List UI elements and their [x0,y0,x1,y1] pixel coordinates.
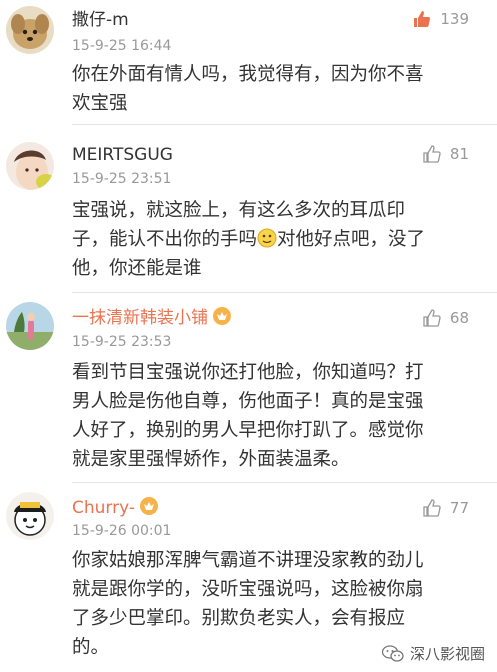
comment-text-line: 了多少巴掌印。别欺负老实人，会有报应 [72,608,406,629]
comment-text-segment: 子，能认不出你的手吗 [72,229,258,250]
comment-text-line: 人好了，换别的男人早把你打趴了。感觉你 [72,420,424,441]
like-count: 81 [449,145,469,163]
thumbs-up-icon [423,145,441,163]
comment-text-line: 看到节目宝强说你还打他脸，你知道吗？打 [72,362,424,383]
comment-timestamp: 15-9-26 00:01 [72,523,172,539]
thumbs-up-icon [414,11,431,27]
vip-badge-icon [213,307,231,325]
comment-text-line: 你在外面有情人吗，我觉得有，因为你不喜 [72,64,424,85]
comment-text-segment: 对他好点吧，没了 [277,229,426,250]
watermark: 深八影视圈 [381,643,485,664]
divider [72,124,497,125]
comment-text-line: 宝强说，就这脸上，有这么多次的耳瓜印 [72,200,406,221]
comment-item: 一抹清新韩装小铺 15-9-25 23:53 68 看到节目宝强说你还打他脸，你… [0,300,497,483]
wechat-icon [381,644,404,662]
like-button[interactable]: 139 [412,9,469,29]
avatar[interactable] [6,492,54,540]
emoji-face-icon [257,228,277,248]
comment-username-text: Churry- [72,498,135,518]
divider [72,292,497,293]
comment-text-line: 就是跟你学的，没听宝强说吗，这脸被你扇 [72,579,424,600]
like-button[interactable]: 68 [422,308,469,328]
comment-username[interactable]: 一抹清新韩装小铺 [72,306,232,328]
comment-username-text: 一抹清新韩装小铺 [72,308,208,328]
thumbs-up-icon [423,499,441,517]
comment-text-line: 就是家里强悍娇作，外面装温柔。 [72,449,350,470]
comment-text-line: 你家姑娘那浑脾气霸道不讲理没家教的劲儿 [72,550,424,571]
comment-username[interactable]: 撒仔-m [72,10,129,30]
comment-text-line: 他，你还能是谁 [72,258,202,279]
comment-text-line: 欢宝强 [72,93,128,114]
divider [72,482,497,483]
like-button[interactable]: 81 [422,144,469,164]
watermark-text: 深八影视圈 [409,645,485,663]
comment-timestamp: 15-9-25 16:44 [72,38,172,54]
avatar[interactable] [6,6,54,54]
comment-text: 看到节目宝强说你还打他脸，你知道吗？打 男人脸是伤他自尊，伤他面子！真的是宝强 … [72,358,472,474]
like-count: 77 [449,499,469,517]
comment-item: 撒仔-m 15-9-25 16:44 139 你在外面有情人吗，我觉得有，因为你… [0,0,497,125]
comment-text-line: 男人脸是伤他自尊，伤他面子！真的是宝强 [72,391,424,412]
comment-text: 你在外面有情人吗，我觉得有，因为你不喜 欢宝强 [72,60,472,118]
thumbs-up-icon [423,309,441,327]
comment-item: MEIRTSGUG 15-9-25 23:51 81 宝强说，就这脸上，有这么多… [0,140,497,293]
comment-username[interactable]: Churry- [72,496,159,518]
comment-text: 宝强说，就这脸上，有这么多次的耳瓜印 子，能认不出你的手吗 对他好点吧，没了 他，… [72,196,472,283]
vip-badge-icon [140,497,158,515]
like-button[interactable]: 77 [422,498,469,518]
avatar[interactable] [6,302,54,350]
comment-username[interactable]: MEIRTSGUG [72,145,173,165]
like-count: 139 [440,10,469,28]
comment-text-line: 子，能认不出你的手吗 对他好点吧，没了 [72,225,472,254]
comment-timestamp: 15-9-25 23:53 [72,334,172,350]
avatar[interactable] [6,142,54,190]
comment-timestamp: 15-9-25 23:51 [72,171,172,187]
like-count: 68 [449,309,469,327]
